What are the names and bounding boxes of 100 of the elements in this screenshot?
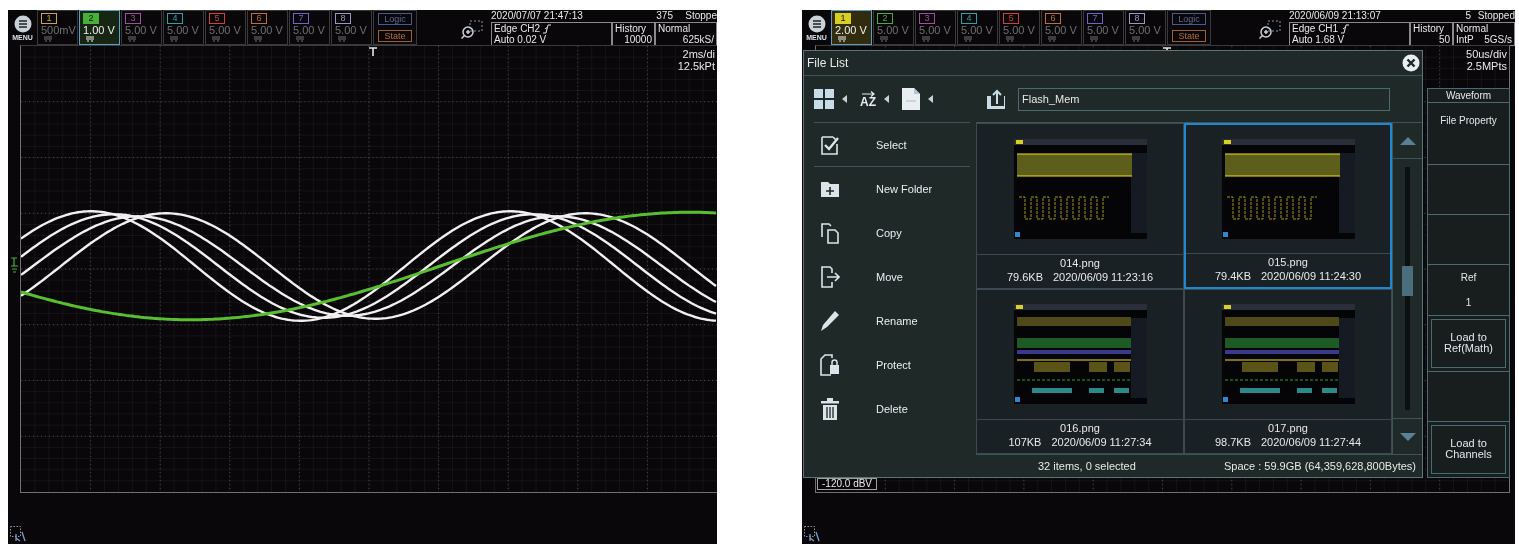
coupling-icon	[295, 36, 305, 42]
sort-button[interactable]: AZ	[860, 90, 889, 108]
zoom-icon[interactable]	[1259, 20, 1281, 40]
channel-tile[interactable]: 5 5.00 V	[999, 10, 1040, 45]
path-field[interactable]: Flash_Mem	[1018, 87, 1390, 111]
channel-tile[interactable]: 6 5.00 V	[247, 10, 288, 45]
load-button[interactable]: Load to Ref(Math)	[1431, 318, 1506, 368]
channel-tile[interactable]: 4 5.00 V	[957, 10, 998, 45]
file-tile[interactable]: 015.png 79.4KB 2020/06/09 11:24:30	[1184, 123, 1392, 289]
file-type-button[interactable]	[902, 88, 933, 110]
document-icon	[902, 88, 920, 110]
zoom-icon[interactable]	[461, 20, 483, 40]
view-button[interactable]	[814, 89, 847, 109]
channel-scale: 5.00 V	[293, 24, 325, 36]
trigger-level: Auto 1.68 V	[1292, 34, 1346, 45]
coupling-icon	[963, 36, 973, 42]
coupling-icon	[1131, 36, 1141, 42]
channel-tile[interactable]: 7 5.00 V	[289, 10, 330, 45]
history-count: 50	[1438, 34, 1450, 45]
coupling-icon	[837, 36, 847, 42]
ground-marker-icon	[10, 257, 19, 275]
menu-item[interactable]: Protect	[814, 343, 970, 387]
channel-scale: 5.00 V	[167, 24, 199, 36]
menu-item[interactable]: Delete	[814, 387, 970, 431]
coupling-icon	[921, 36, 931, 42]
channel-number: 3	[125, 13, 141, 24]
grid-view-icon	[814, 89, 834, 109]
date-time: 2020/06/09 21:13:07	[1289, 10, 1382, 21]
coupling-icon	[879, 36, 889, 42]
menu-item[interactable]: Move	[814, 255, 970, 299]
coupling-icon	[337, 36, 347, 42]
scroll-thumb[interactable]	[1402, 266, 1413, 296]
menu-item[interactable]: Copy	[814, 211, 970, 255]
record-length: 2.5MPts	[1466, 60, 1507, 72]
logic-button[interactable]: Logic	[1172, 13, 1206, 26]
trigger-box[interactable]: Edge CH2 Auto 0.02 V	[491, 22, 612, 46]
channel-scale: 5.00 V	[125, 24, 157, 36]
softkey-label: Ref	[1460, 272, 1477, 283]
channel-scale: 5.00 V	[1087, 24, 1119, 36]
channel-tile[interactable]: 4 5.00 V	[163, 10, 204, 45]
file-tile[interactable]: 016.png 107KB 2020/06/09 11:27:34	[976, 288, 1184, 454]
document-lock-icon	[820, 354, 840, 376]
file-size: 107KB	[1008, 435, 1042, 449]
run-status: Stoppe	[684, 10, 717, 21]
coupling-icon	[253, 36, 263, 42]
channel-tile[interactable]: 6 5.00 V	[1041, 10, 1082, 45]
channel-number: 7	[293, 13, 309, 24]
state-button[interactable]: State	[378, 29, 412, 42]
channel-tile[interactable]: 2 5.00 V	[873, 10, 914, 45]
channel-tile[interactable]: 1 2.00 V	[831, 10, 872, 45]
history-box[interactable]: History 50	[1410, 22, 1453, 46]
channel-tile[interactable]: 3 5.00 V	[915, 10, 956, 45]
history-box[interactable]: History 10000	[612, 22, 655, 46]
channel-number: 1	[41, 13, 57, 24]
touch-icon[interactable]	[10, 526, 26, 542]
channel-tile[interactable]: 5 5.00 V	[205, 10, 246, 45]
file-size: 98.7KB	[1214, 435, 1251, 449]
touch-icon[interactable]	[804, 526, 820, 542]
file-tile[interactable]: 014.png 79.6KB 2020/06/09 11:23:16	[976, 123, 1184, 289]
softkey[interactable]: File Property	[1428, 103, 1509, 166]
date-time: 2020/07/07 21:47:13	[491, 10, 584, 21]
document-arrow-icon	[820, 266, 840, 288]
channel-scale: 5.00 V	[335, 24, 367, 36]
channel-number: 4	[961, 13, 977, 24]
acquisition-box[interactable]: Normal IntP 5GS/s	[1453, 22, 1515, 46]
channel-tile[interactable]: 3 5.00 V	[121, 10, 162, 45]
channel-tile[interactable]: 1 500mV	[37, 10, 78, 45]
file-name: 016.png	[1060, 421, 1100, 435]
run-status: Stopped	[1476, 10, 1515, 21]
load-button[interactable]: Load to Channels	[1431, 424, 1506, 474]
file-name: 015.png	[1268, 254, 1308, 269]
menu-item[interactable]: New Folder	[814, 167, 970, 211]
softkey[interactable]: Ref 1	[1428, 265, 1509, 316]
channel-tile[interactable]: 7 5.00 V	[1083, 10, 1124, 45]
trigger-box[interactable]: Edge CH1 Auto 1.68 V	[1289, 22, 1410, 46]
state-button[interactable]: State	[1172, 29, 1206, 42]
down-triangle-icon	[1399, 432, 1416, 441]
acquisition-mode: Normal	[1456, 23, 1490, 34]
logic-button[interactable]: Logic	[378, 13, 412, 26]
history-label: History	[615, 23, 647, 34]
menu-icon	[807, 14, 826, 33]
softkey-value: 1	[1465, 297, 1472, 308]
channel-tile[interactable]: 2 1.00 V	[79, 10, 120, 45]
channel-tile[interactable]: 8 5.00 V	[1125, 10, 1166, 45]
channel-scale: 5.00 V	[251, 24, 283, 36]
channel-number: 2	[83, 13, 99, 24]
channel-scale: 2.00 V	[835, 24, 867, 36]
menu-icon	[13, 14, 32, 33]
pencil-icon	[820, 310, 840, 332]
file-tile[interactable]: 017.png 98.7KB 2020/06/09 11:27:44	[1184, 288, 1392, 454]
channel-number: 1	[835, 13, 851, 24]
file-name: 017.png	[1268, 421, 1308, 435]
close-button[interactable]	[1402, 54, 1420, 72]
channel-tile[interactable]: 8 5.00 V	[331, 10, 372, 45]
folder-up-icon	[986, 88, 1006, 110]
acquisition-box[interactable]: Normal 625kS/	[655, 22, 717, 46]
channel-number: 2	[877, 13, 893, 24]
menu-item[interactable]: Rename	[814, 299, 970, 343]
coupling-icon	[43, 36, 53, 42]
channel-number: 8	[1129, 13, 1145, 24]
